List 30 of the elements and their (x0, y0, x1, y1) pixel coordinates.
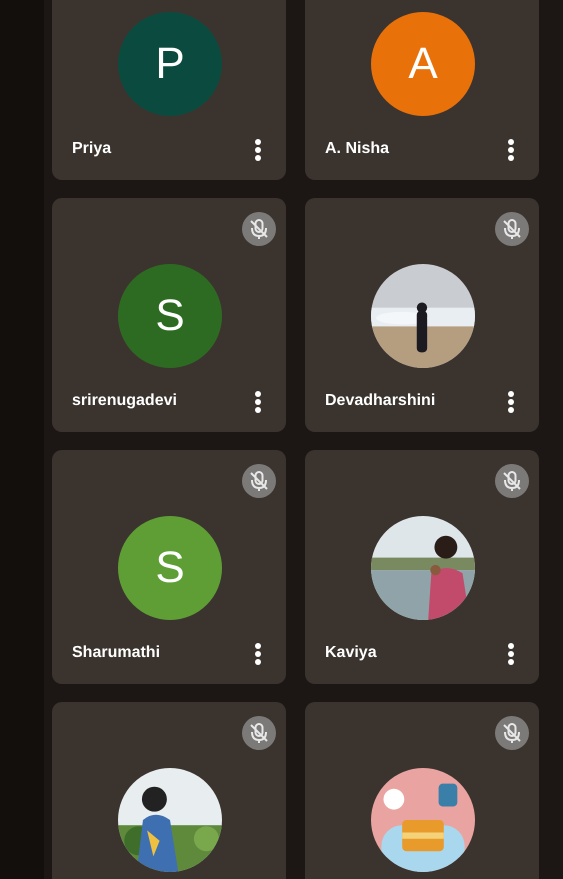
more-options-icon[interactable] (254, 642, 262, 666)
avatar-initial: P (118, 12, 222, 116)
participant-name: Kaviya (325, 644, 377, 662)
mic-off-icon (495, 212, 529, 246)
participant-tile[interactable]: Devadharshini (305, 198, 539, 432)
participant-tile[interactable] (305, 702, 539, 879)
participant-name: Priya (72, 140, 112, 158)
more-options-icon[interactable] (254, 390, 262, 414)
mic-off-icon (495, 716, 529, 750)
mic-off-icon (242, 464, 276, 498)
participant-tile[interactable]: A A. Nisha (305, 0, 539, 180)
participant-tile[interactable]: S srirenugadevi (52, 198, 286, 432)
participant-name: Sharumathi (72, 644, 160, 662)
mic-off-icon (242, 716, 276, 750)
more-options-icon[interactable] (507, 390, 515, 414)
more-options-icon[interactable] (507, 642, 515, 666)
participant-name: A. Nisha (325, 140, 390, 158)
avatar-initial: S (118, 264, 222, 368)
participant-tile[interactable]: Kaviya (305, 450, 539, 684)
participant-tile[interactable] (52, 702, 286, 879)
participant-name: srirenugadevi (72, 392, 177, 410)
more-options-icon[interactable] (254, 138, 262, 162)
participant-tile[interactable]: S Sharumathi (52, 450, 286, 684)
participant-name: Devadharshini (325, 392, 436, 410)
avatar-initial: S (118, 516, 222, 620)
more-options-icon[interactable] (507, 138, 515, 162)
avatar-initial: A (371, 12, 475, 116)
mic-off-icon (495, 464, 529, 498)
mic-off-icon (242, 212, 276, 246)
participant-tile[interactable]: P Priya (52, 0, 286, 180)
